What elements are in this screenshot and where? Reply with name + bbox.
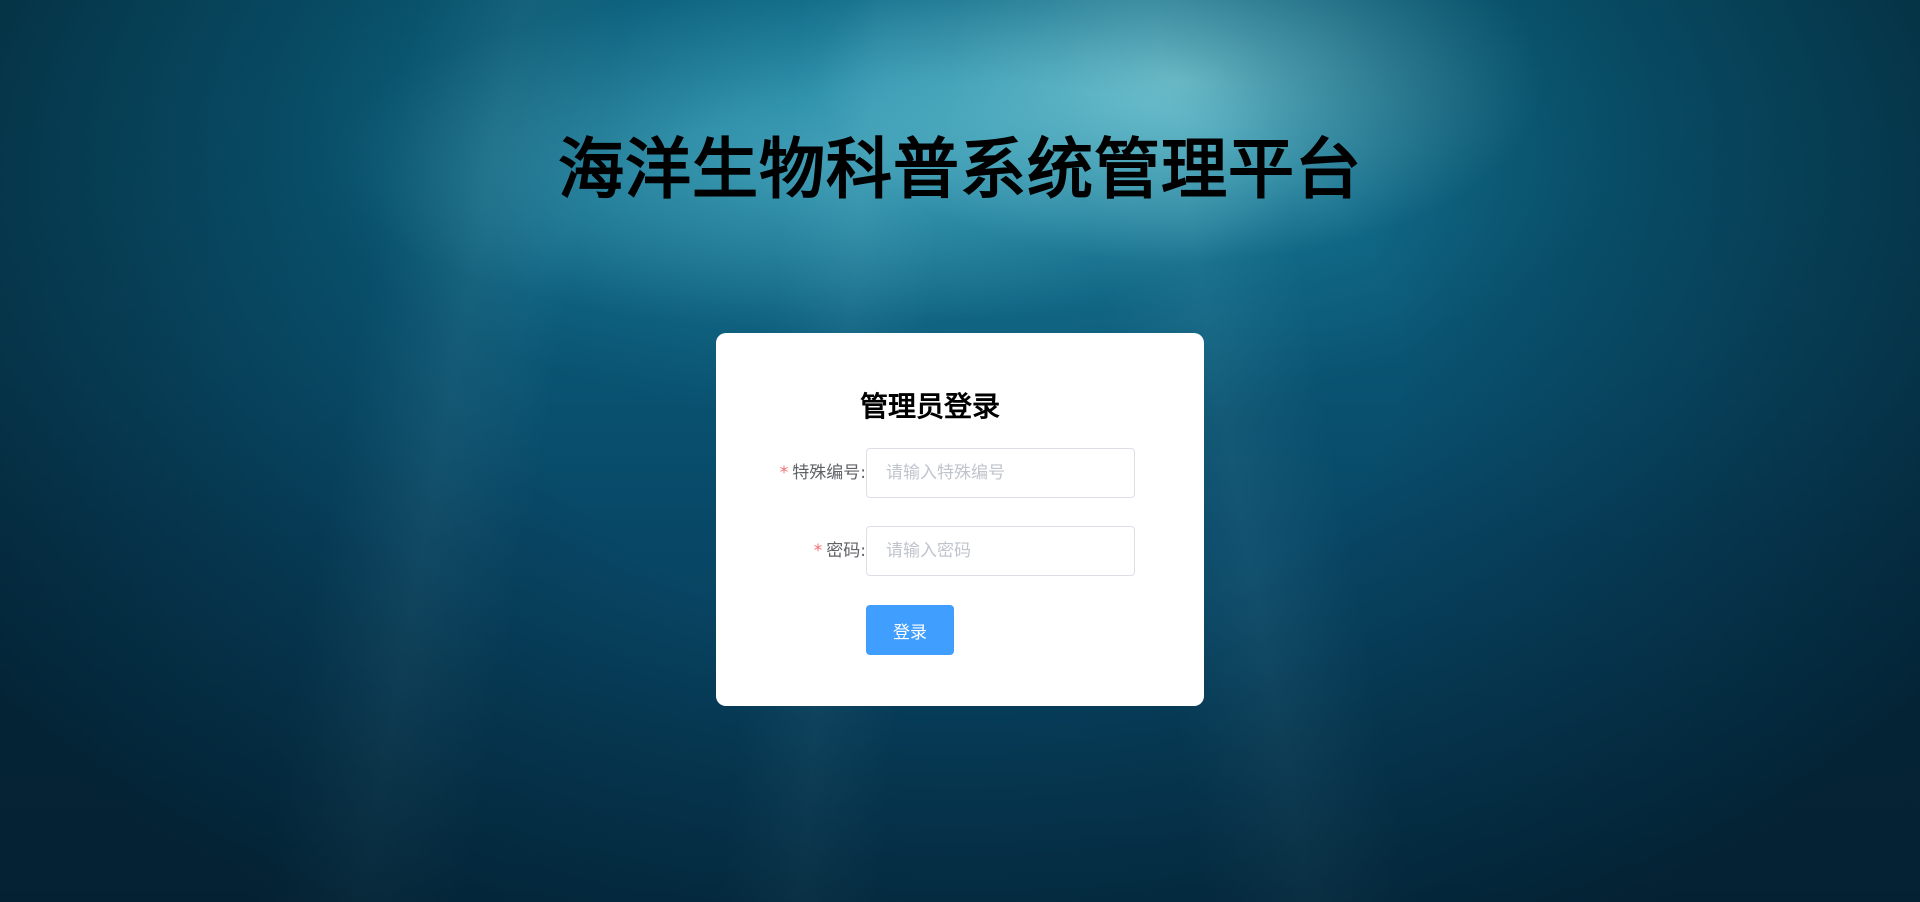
login-button[interactable]: 登录 bbox=[866, 605, 954, 655]
password-input[interactable] bbox=[866, 526, 1135, 576]
special-id-label-text: 特殊编号: bbox=[792, 463, 866, 483]
password-label-text: 密码: bbox=[826, 541, 866, 561]
required-mark: * bbox=[779, 463, 789, 483]
special-id-label: * 特殊编号: bbox=[780, 448, 866, 498]
page-title: 海洋生物科普系统管理平台 bbox=[558, 131, 1362, 208]
special-id-row: * 特殊编号: bbox=[716, 448, 1204, 498]
special-id-input[interactable] bbox=[866, 448, 1135, 498]
password-label: * 密码: bbox=[814, 526, 866, 576]
required-mark: * bbox=[813, 541, 823, 561]
login-title: 管理员登录 bbox=[859, 390, 1000, 423]
login-card: 管理员登录 *特殊编号: *密码: 登录 bbox=[716, 333, 1204, 706]
password-row: * 密码: bbox=[716, 526, 1204, 576]
login-page: 海洋生物科普系统管理平台 管理员登录 *特殊编号: *密码: 登录 bbox=[0, 0, 1920, 902]
